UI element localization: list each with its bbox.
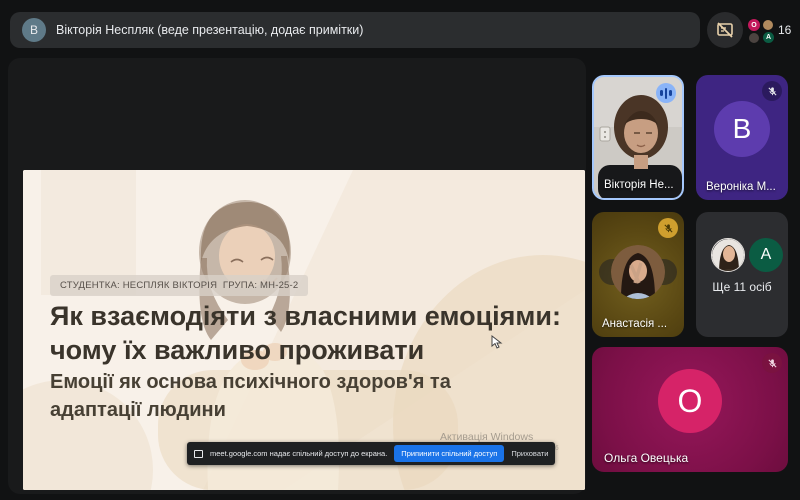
presenter-avatar-letter: В <box>30 23 38 37</box>
student-badge: СТУДЕНТКА: НЕСПЛЯК ВІКТОРІЯ ГРУПА: МН-25… <box>50 275 308 296</box>
presentation-off-icon <box>715 20 735 40</box>
tile-viktoriia[interactable]: Вікторія Не... <box>592 75 684 200</box>
veronika-avatar: В <box>714 101 770 157</box>
tile-name-label: Вероніка М... <box>706 181 776 193</box>
mic-off-icon <box>762 353 782 373</box>
mini-avatar-pink: О <box>747 18 761 32</box>
slide-subtitle-line2: адаптації людини <box>50 396 451 424</box>
sharing-message: meet.google.com надає спільний доступ до… <box>210 449 387 458</box>
stop-sharing-button[interactable]: Припинити спільний доступ <box>394 445 504 462</box>
olga-avatar: О <box>658 369 722 433</box>
tile-olga[interactable]: О Ольга Овецька <box>592 347 788 472</box>
tile-more-people[interactable]: А Ще 11 осіб <box>696 212 788 337</box>
overflow-avatar-letter: А <box>761 246 772 264</box>
slide-title-line2: чому їх важливо проживати <box>50 333 561 367</box>
more-people-label: Ще 11 осіб <box>696 280 788 294</box>
veronika-avatar-letter: В <box>733 113 752 145</box>
presenter-label: Вікторія Неспляк (веде презентацію, дода… <box>56 23 363 37</box>
presentation-slide: СТУДЕНТКА: НЕСПЛЯК ВІКТОРІЯ ГРУПА: МН-25… <box>23 170 585 490</box>
tile-name-label: Анастасія ... <box>602 318 667 330</box>
overflow-avatar-green: А <box>749 238 783 272</box>
meet-window: В Вікторія Неспляк (веде презентацію, до… <box>0 0 800 500</box>
speaking-indicator-icon <box>656 83 676 103</box>
tile-name-label: Вікторія Не... <box>604 179 674 191</box>
screenshare-tile[interactable]: СТУДЕНТКА: НЕСПЛЯК ВІКТОРІЯ ГРУПА: МН-25… <box>8 58 586 494</box>
presenter-banner: В Вікторія Неспляк (веде презентацію, до… <box>10 12 700 48</box>
overflow-avatar-photo <box>711 238 745 272</box>
mini-avatar-green-letter: А <box>766 34 771 41</box>
participants-cluster[interactable]: О А <box>747 18 775 46</box>
slide-title-line1: Як взаємодіяти з власними емоціями: <box>50 299 561 333</box>
olga-avatar-letter: О <box>678 383 703 420</box>
mini-avatar-photo-2 <box>748 32 760 44</box>
mini-avatar-pink-letter: О <box>751 22 756 29</box>
mini-avatar-photo-1 <box>762 19 774 31</box>
participant-count: 16 <box>778 23 791 37</box>
mic-off-icon <box>762 81 782 101</box>
chrome-sharing-bar: meet.google.com надає спільний доступ до… <box>187 442 555 465</box>
tile-anastasia[interactable]: Анастасія ... <box>592 212 684 337</box>
mouse-cursor <box>491 335 503 349</box>
tile-veronika[interactable]: В Вероніка М... <box>696 75 788 200</box>
more-people-content: А Ще 11 осіб <box>696 238 788 294</box>
hide-sharing-bar-button[interactable]: Приховати <box>511 449 548 458</box>
presenter-avatar: В <box>22 18 46 42</box>
slide-subtitle-line1: Емоції як основа психічного здоров'я та <box>50 368 451 396</box>
anastasia-avatar <box>611 245 665 299</box>
slide-title: Як взаємодіяти з власними емоціями: чому… <box>50 299 561 367</box>
mic-off-icon <box>658 218 678 238</box>
tile-name-label: Ольга Овецька <box>604 451 688 465</box>
mini-avatar-green: А <box>762 31 775 44</box>
slide-subtitle: Емоції як основа психічного здоров'я та … <box>50 368 451 424</box>
presentation-off-button[interactable] <box>707 12 743 48</box>
screen-icon <box>194 450 203 458</box>
